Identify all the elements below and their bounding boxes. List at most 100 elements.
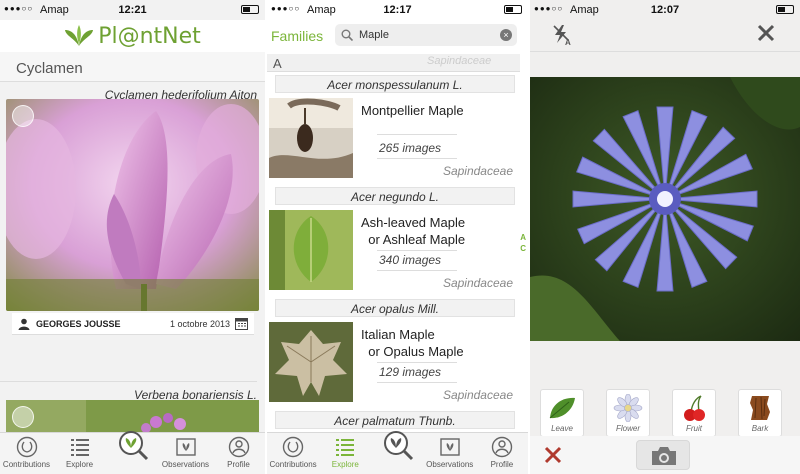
tab-bar: Contributions Explore Observations Profi… (0, 431, 265, 474)
scrolled-family-label: Sapindaceae (427, 55, 492, 67)
tab-label: Observations (161, 460, 210, 469)
flower-icon (613, 394, 643, 422)
tab-observations[interactable]: Observations (424, 433, 476, 474)
search-box[interactable]: × (335, 24, 517, 46)
species-thumbnail (269, 322, 353, 402)
divider (377, 158, 457, 159)
camera-toolbar: A (530, 20, 800, 52)
species-detail-screen: ●●●○○ Amap 12:21 Pl@ntNet Cyclamen Cycla… (0, 0, 265, 474)
close-icon[interactable] (756, 23, 776, 43)
scientific-name-header: Acer monspessulanum L. (275, 75, 515, 93)
tab-bar: Contributions Explore Observations Profi… (267, 431, 528, 474)
tab-contributions[interactable]: Contributions (267, 433, 319, 474)
list-item[interactable]: Ash-leaved Maple or Ashleaf Maple 340 im… (267, 210, 519, 300)
montpellier-maple-image (269, 98, 353, 178)
scientific-name-header: Acer opalus Mill. (275, 299, 515, 317)
camera-preview (530, 77, 800, 341)
identify-magnifier-icon (383, 431, 413, 461)
tab-label: Contributions (269, 460, 317, 469)
flash-auto-icon[interactable]: A (552, 24, 572, 46)
families-button[interactable]: Families (271, 28, 323, 44)
contributions-icon (282, 436, 304, 458)
organ-label: Flower (615, 424, 640, 433)
tab-identify[interactable] (371, 431, 423, 474)
profile-icon (491, 436, 513, 458)
battery-icon (776, 5, 794, 14)
battery-icon (504, 5, 522, 14)
alphabet-index[interactable]: A C (520, 232, 526, 254)
scientific-name-header: Acer palmatum Thunb. (275, 411, 515, 429)
index-letter[interactable]: A (520, 232, 526, 243)
search-input[interactable] (359, 27, 489, 43)
divider (377, 382, 457, 383)
family-name: Sapindaceae (442, 388, 513, 402)
tab-label: Profile (490, 460, 514, 469)
cherry-icon (684, 395, 705, 421)
scientific-name-header: Acer negundo L. (275, 187, 515, 205)
organ-flower-button[interactable]: Flower (606, 389, 650, 437)
list-toolbar: Families × (267, 20, 528, 52)
divider (377, 250, 457, 251)
common-name-line1: Italian Maple (361, 327, 435, 342)
organ-leave-button[interactable]: Leave (540, 389, 584, 437)
logo-text: Pl@ntNet (98, 23, 201, 49)
status-bar: ●●●○○ Amap 12:21 (0, 0, 265, 20)
observations-icon (175, 438, 196, 456)
species-thumbnail (269, 98, 353, 178)
species-list-screen: ●●●○○ Amap 12:17 Families × A Sapindacea… (267, 0, 528, 474)
organ-bark-button[interactable]: Bark (738, 389, 782, 437)
tab-label: Contributions (2, 460, 51, 469)
image-count: 340 images (379, 253, 442, 267)
common-name-line2: or Ashleaf Maple (368, 232, 466, 247)
svg-text:A: A (565, 38, 571, 46)
bark-icon (750, 396, 770, 420)
tab-profile[interactable]: Profile (476, 433, 528, 474)
status-bar: ●●●○○ Amap 12:07 (530, 0, 800, 20)
organ-selector: Leave Flower Fruit Bark (530, 389, 800, 437)
user-icon (18, 318, 30, 330)
organ-label: Leave (551, 424, 573, 433)
family-name: Sapindaceae (442, 164, 513, 178)
next-species-name: Verbena bonariensis L. (0, 381, 257, 402)
identify-camera-screen: ●●●○○ Amap 12:07 A Leave Flower Fruit Ba… (530, 0, 800, 474)
observations-icon (440, 438, 460, 456)
search-icon (341, 29, 353, 41)
common-name-line1: Montpellier Maple (361, 103, 464, 118)
ash-leaved-maple-image (269, 210, 353, 290)
calendar-icon (235, 318, 248, 330)
identify-magnifier-icon (118, 431, 148, 461)
tab-contributions[interactable]: Contributions (0, 433, 53, 474)
camera-icon (652, 447, 676, 465)
tab-profile[interactable]: Profile (212, 433, 265, 474)
tab-observations[interactable]: Observations (159, 433, 212, 474)
tab-explore[interactable]: Explore (53, 433, 106, 474)
index-letter[interactable]: C (520, 243, 526, 254)
contributions-icon (16, 436, 37, 458)
common-name: Montpellier Maple (361, 102, 517, 119)
tab-label: Explore (331, 460, 359, 469)
organ-fruit-button[interactable]: Fruit (672, 389, 716, 437)
tab-explore[interactable]: Explore (319, 433, 371, 474)
divider (377, 270, 457, 271)
profile-icon (228, 436, 249, 458)
clear-search-icon[interactable]: × (500, 29, 512, 41)
tab-label: Profile (227, 460, 250, 469)
status-bar: ●●●○○ Amap 12:17 (267, 0, 528, 20)
plantnet-leaf-icon (65, 25, 94, 46)
species-photo[interactable] (6, 99, 259, 311)
list-item[interactable]: Montpellier Maple 265 images Sapindaceae (267, 98, 519, 188)
italian-maple-image (269, 322, 353, 402)
organ-label: Bark (751, 424, 769, 433)
explore-list-icon (336, 439, 355, 456)
divider (377, 134, 457, 135)
camera-shutter-button[interactable] (636, 440, 690, 470)
photo-date: 1 octobre 2013 (169, 319, 230, 329)
divider (377, 362, 457, 363)
photo-author: GEORGES JOUSSE (36, 319, 121, 329)
genus-heading: Cyclamen (0, 52, 265, 82)
cancel-icon[interactable] (544, 446, 562, 464)
list-item[interactable]: Italian Maple or Opalus Maple 129 images… (267, 322, 519, 412)
common-name: Ash-leaved Maple or Ashleaf Maple (361, 214, 517, 248)
tab-identify[interactable] (106, 431, 159, 474)
organ-label: Fruit (686, 424, 702, 433)
